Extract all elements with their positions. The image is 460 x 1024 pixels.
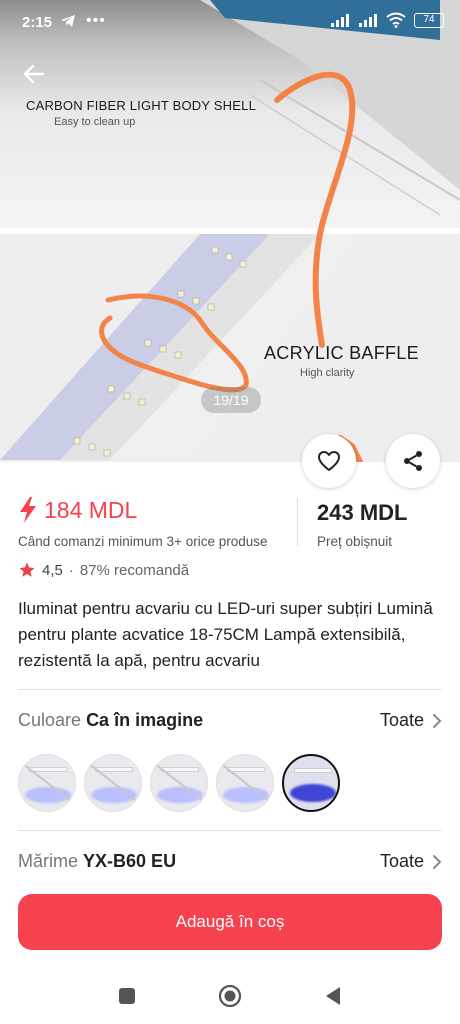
recents-button[interactable] [118,987,136,1005]
color-option-row[interactable]: Culoare Ca în imagine Toate [18,710,442,731]
share-icon [404,451,422,471]
sale-price-row: 184 MDL [18,496,268,524]
size-show-all[interactable]: Toate [380,851,442,872]
size-option-row[interactable]: Mărime YX-B60 EU Toate [18,851,442,872]
share-button[interactable] [386,434,440,488]
back-nav-button[interactable] [324,986,342,1006]
color-show-all-label: Toate [379,710,424,730]
status-bar: 2:15 ••• 74 [0,0,460,44]
sale-price-block: 184 MDL Când comanzi minimum 3+ orice pr… [18,496,268,550]
sale-price-note: Când comanzi minimum 3+ orice produse [18,534,268,549]
system-nav-bar [0,968,460,1024]
more-icon: ••• [86,12,106,29]
sale-price: 184 MDL [44,496,138,523]
lightning-icon [20,497,36,523]
regular-price-block: 243 MDL Preț obișnuit [317,500,407,549]
home-button[interactable] [218,984,242,1008]
telegram-icon [61,15,75,27]
color-option-label: Culoare [18,710,82,730]
hero-subcaption-bottom: High clarity [300,367,355,379]
rating-value: 4,5 [42,561,63,579]
regular-price: 243 MDL [317,500,408,525]
product-title: Iluminat pentru acvariu cu LED-uri super… [18,599,433,670]
color-swatch[interactable] [216,754,274,812]
color-show-all[interactable]: Toate [380,710,442,731]
signal-icon-2 [359,14,377,27]
size-option-label: Mărime [18,851,79,871]
color-swatch[interactable] [18,754,76,812]
regular-price-label: Preț obișnuit [317,534,393,549]
favorite-button[interactable] [302,434,356,488]
arrow-left-icon [23,64,45,84]
add-to-cart-button[interactable]: Adaugă în coș [18,894,442,950]
image-counter: 19/19 [201,387,261,413]
price-divider [297,498,298,546]
hero-subcaption-top: Easy to clean up [54,116,136,128]
star-icon [19,562,35,577]
divider [18,689,442,690]
size-show-all-label: Toate [379,851,424,871]
color-option-value: Ca în imagine [86,710,204,730]
recommend-percent: 87% recomandă [79,561,190,579]
hero-caption-bottom: ACRYLIC BAFFLE [264,343,419,363]
wifi-icon [386,12,406,28]
status-system-icons: 74 [330,12,444,28]
chevron-right-icon [433,854,442,869]
hero-caption-top: CARBON FIBER LIGHT BODY SHELL [26,98,256,113]
heart-icon [318,451,340,471]
status-notification-icons: ••• [60,12,106,30]
color-swatches [18,754,340,812]
size-option-value: YX-B60 EU [83,851,177,871]
status-time: 2:15 [22,14,53,31]
color-swatch[interactable] [150,754,208,812]
product-image-gallery[interactable]: CARBON FIBER LIGHT BODY SHELL Easy to cl… [0,0,460,462]
battery-icon: 74 [414,12,444,28]
rating-row[interactable]: 4,5 · 87% recomandă [18,561,189,579]
color-swatch-selected[interactable] [282,754,340,812]
back-button[interactable] [18,60,50,88]
rating-separator: · [68,561,74,579]
signal-icon [331,14,349,27]
color-swatch[interactable] [84,754,142,812]
chevron-right-icon [433,713,442,728]
divider [18,830,442,831]
